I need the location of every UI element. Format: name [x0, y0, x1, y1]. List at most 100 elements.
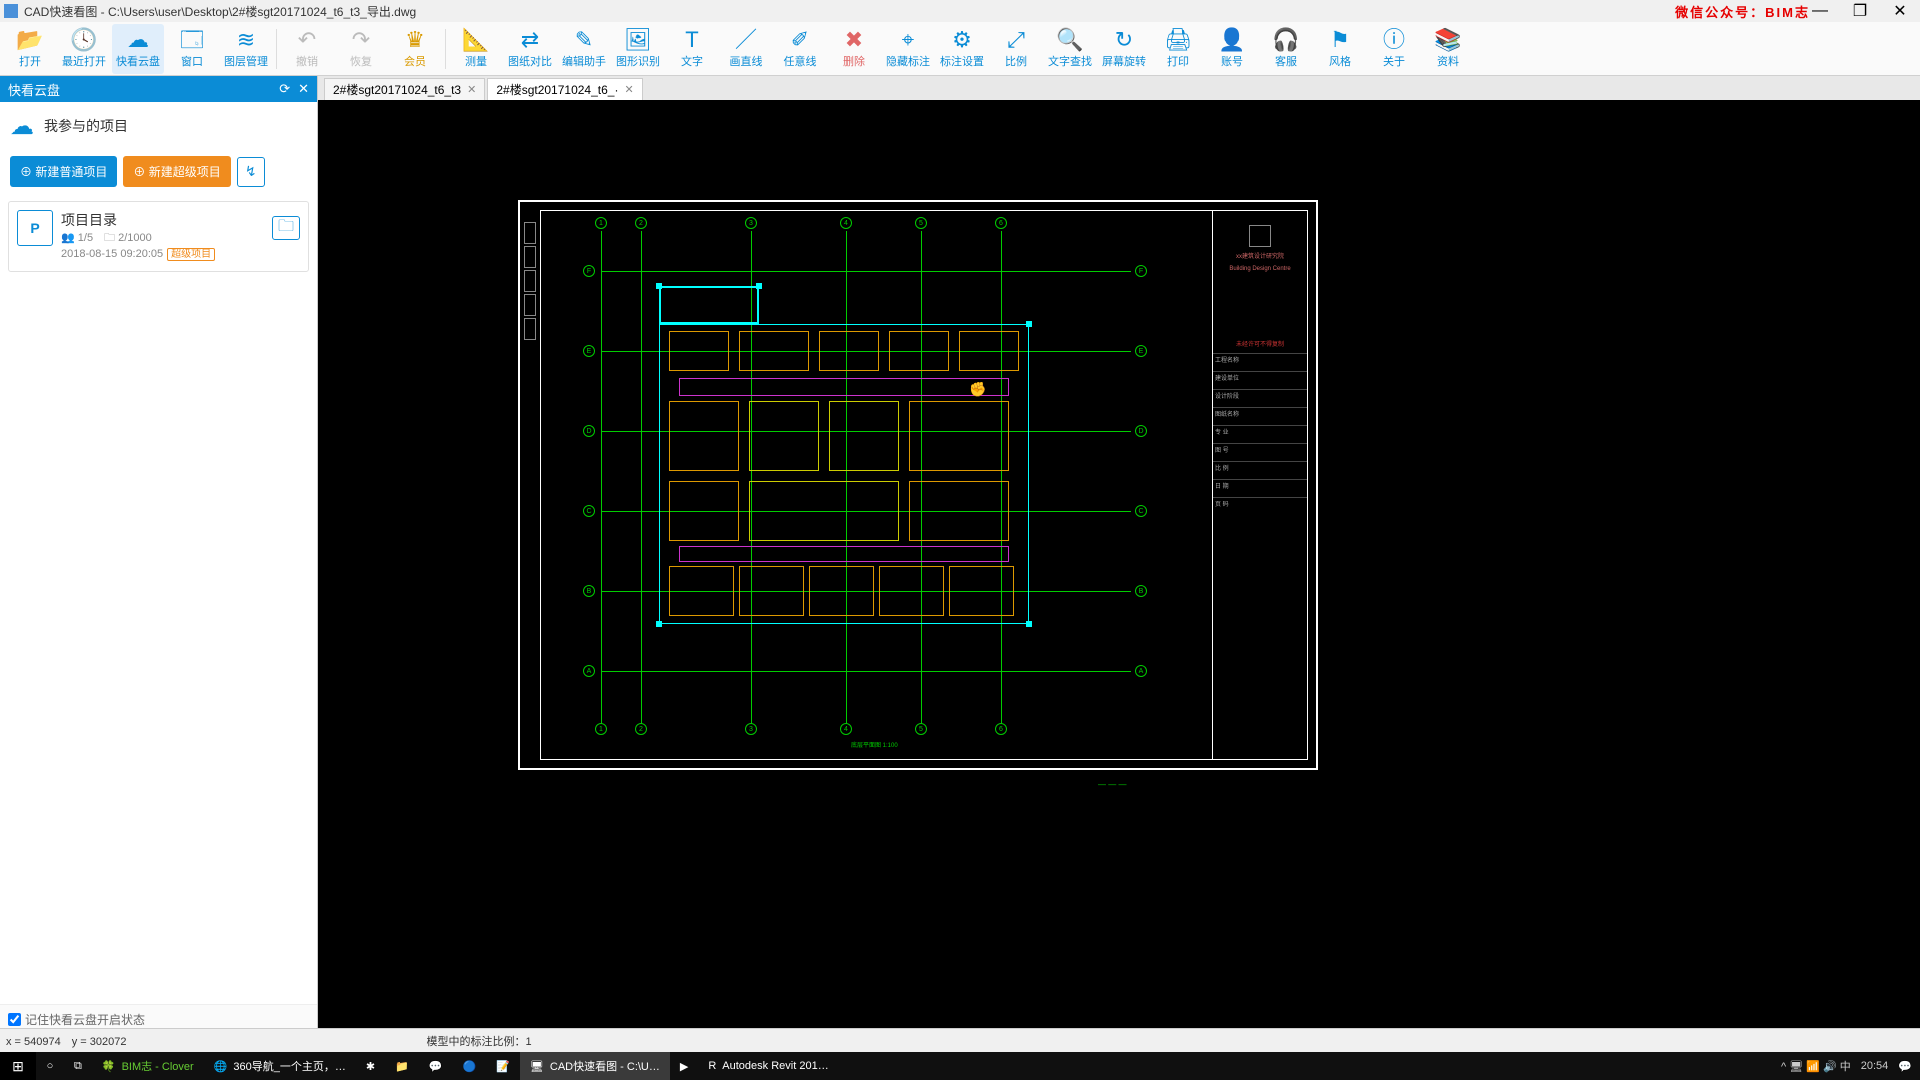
tray-clock[interactable]: 20:54	[1861, 1060, 1889, 1072]
grid-bubble: E	[1135, 345, 1147, 357]
tool-label: 图纸对比	[508, 53, 552, 69]
grid-bubble: 5	[915, 723, 927, 735]
tool-icon: 🕓	[70, 28, 97, 52]
tool-窗口[interactable]: 🗔窗口	[166, 24, 218, 74]
tool-标注设置[interactable]: ⚙标注设置	[936, 24, 988, 74]
tool-画直线[interactable]: ／画直线	[720, 24, 772, 74]
tool-快看云盘[interactable]: ☁快看云盘	[112, 24, 164, 74]
project-card[interactable]: P 项目目录 👥 1/5 🗀 2/1000 2018-08-15 09:20:0…	[8, 201, 309, 272]
tool-label: 资料	[1437, 53, 1459, 69]
remember-checkbox[interactable]: 记住快看云盘开启状态	[8, 1011, 309, 1028]
grid-bubble: 3	[745, 723, 757, 735]
taskbar-item[interactable]: 🖥CAD快速看图 - C:\U…	[520, 1052, 670, 1080]
grid-bubble: 4	[840, 217, 852, 229]
taskbar-item[interactable]: 🌐360导航_一个主页，…	[204, 1052, 356, 1080]
taskbar-item[interactable]: 🍀BIM志 - Clover	[92, 1052, 204, 1080]
drawing-annotation: — — —	[1098, 780, 1126, 789]
tool-编辑助手[interactable]: ✎编辑助手	[558, 24, 610, 74]
tool-icon: ⚑	[1330, 28, 1350, 52]
room	[959, 331, 1019, 371]
task-label: Autodesk Revit 201…	[722, 1060, 828, 1072]
tool-icon: ✖	[845, 28, 863, 52]
tool-删除[interactable]: ✖删除	[828, 24, 880, 74]
tool-label: 图层管理	[224, 53, 268, 69]
os-taskbar: ⊞○⧉🍀BIM志 - Clover🌐360导航_一个主页，…✱📁 💬 🔵📝🖥CAD快…	[0, 1052, 1920, 1080]
titleblock-row: 专 业	[1213, 425, 1307, 443]
handle-icon[interactable]	[1026, 621, 1032, 627]
building-plan: ✊	[659, 286, 1059, 676]
tool-图纸对比[interactable]: ⇄图纸对比	[504, 24, 556, 74]
project-open-icon[interactable]: 🗀	[272, 216, 300, 240]
tool-测量[interactable]: 📐测量	[450, 24, 502, 74]
tool-打印[interactable]: 🖨打印	[1152, 24, 1204, 74]
handle-icon[interactable]	[1026, 321, 1032, 327]
window-title: CAD快速看图 - C:\Users\user\Desktop\2#楼sgt20…	[24, 3, 416, 20]
tool-最近打开[interactable]: 🕓最近打开	[58, 24, 110, 74]
taskbar-item[interactable]: ▶	[670, 1052, 698, 1080]
tool-文字[interactable]: T文字	[666, 24, 718, 74]
tool-比例[interactable]: ⤢比例	[990, 24, 1042, 74]
taskbar-item[interactable]: 📝	[486, 1052, 520, 1080]
tool-label: 账号	[1221, 53, 1243, 69]
tool-label: 窗口	[181, 53, 203, 69]
handle-icon[interactable]	[756, 283, 762, 289]
tool-屏幕旋转[interactable]: ↻屏幕旋转	[1098, 24, 1150, 74]
tray-notif-icon[interactable]: 💬	[1898, 1060, 1912, 1073]
minimize-button[interactable]: —	[1800, 0, 1840, 22]
task-icon: 💬	[429, 1060, 443, 1073]
corridor	[679, 378, 1009, 396]
tool-风格[interactable]: ⚑风格	[1314, 24, 1366, 74]
drawing-canvas[interactable]: xx建筑设计研究院 Building Design Centre 未经许可不得复…	[318, 100, 1920, 1028]
tool-label: 最近打开	[62, 53, 106, 69]
selection-box[interactable]	[659, 286, 759, 324]
taskbar-item[interactable]: ✱	[356, 1052, 385, 1080]
grid-bubble: 1	[595, 723, 607, 735]
cloud-panel: 快看云盘 ⟳ ✕ ☁ 我参与的项目 ⊕ 新建普通项目 ⊕ 新建超级项目 ↯ P …	[0, 76, 318, 1052]
taskbar-item[interactable]: 📁	[385, 1052, 419, 1080]
panel-close-icon[interactable]: ✕	[298, 81, 309, 97]
taskbar-item[interactable]: 💬	[419, 1052, 453, 1080]
taskbar-item[interactable]: ⧉	[64, 1052, 92, 1080]
panel-sync-button[interactable]: ↯	[237, 157, 265, 187]
tool-撤销[interactable]: ↶撤销	[281, 24, 333, 74]
maximize-button[interactable]: ❐	[1840, 0, 1880, 22]
tool-label: 文字查找	[1048, 53, 1092, 69]
doc-tab[interactable]: 2#楼sgt20171024_t6_·✕	[487, 78, 642, 100]
tool-隐藏标注[interactable]: ⌖隐藏标注	[882, 24, 934, 74]
panel-refresh-icon[interactable]: ⟳	[279, 81, 290, 97]
tool-客服[interactable]: 🎧客服	[1260, 24, 1312, 74]
tool-会员[interactable]: ♛会员	[389, 24, 441, 74]
tool-文字查找[interactable]: 🔍文字查找	[1044, 24, 1096, 74]
tab-close-icon[interactable]: ✕	[467, 83, 476, 96]
doc-tab[interactable]: 2#楼sgt20171024_t6_t3✕	[324, 78, 485, 100]
tool-账号[interactable]: 👤账号	[1206, 24, 1258, 74]
taskbar-item[interactable]: 🔵	[453, 1052, 487, 1080]
tool-关于[interactable]: ⓘ关于	[1368, 24, 1420, 74]
tool-图层管理[interactable]: ≋图层管理	[220, 24, 272, 74]
grid-bubble: 3	[745, 217, 757, 229]
remember-checkbox-input[interactable]	[8, 1013, 21, 1026]
tab-close-icon[interactable]: ✕	[624, 83, 633, 96]
room	[749, 401, 819, 471]
drawing-inner: xx建筑设计研究院 Building Design Centre 未经许可不得复…	[540, 210, 1308, 760]
tool-恢复[interactable]: ↷恢复	[335, 24, 387, 74]
tool-任意线[interactable]: ✐任意线	[774, 24, 826, 74]
close-button[interactable]: ✕	[1880, 0, 1920, 22]
cloud-icon: ☁	[10, 112, 34, 141]
new-super-project-button[interactable]: ⊕ 新建超级项目	[123, 156, 230, 187]
tool-打开[interactable]: 📂打开	[4, 24, 56, 74]
tool-图形识别[interactable]: 🖼图形识别	[612, 24, 664, 74]
system-tray[interactable]: ^ 🖥 📶 🔊 中 20:54 💬	[1781, 1058, 1920, 1074]
handle-icon[interactable]	[656, 283, 662, 289]
grid-bubble: 5	[915, 217, 927, 229]
tool-资料[interactable]: 📚资料	[1422, 24, 1474, 74]
project-meta: 👥 1/5 🗀 2/1000	[61, 230, 215, 246]
status-coords: x = 540974 y = 302072	[6, 1033, 126, 1049]
new-project-button[interactable]: ⊕ 新建普通项目	[10, 156, 117, 187]
panel-actions: ⊕ 新建普通项目 ⊕ 新建超级项目 ↯	[0, 150, 317, 197]
tray-icons[interactable]: ^ 🖥 📶 🔊 中	[1781, 1058, 1851, 1074]
taskbar-item[interactable]: ⊞	[0, 1052, 36, 1080]
handle-icon[interactable]	[656, 621, 662, 627]
taskbar-item[interactable]: RAutodesk Revit 201…	[698, 1052, 838, 1080]
taskbar-item[interactable]: ○	[36, 1052, 64, 1080]
